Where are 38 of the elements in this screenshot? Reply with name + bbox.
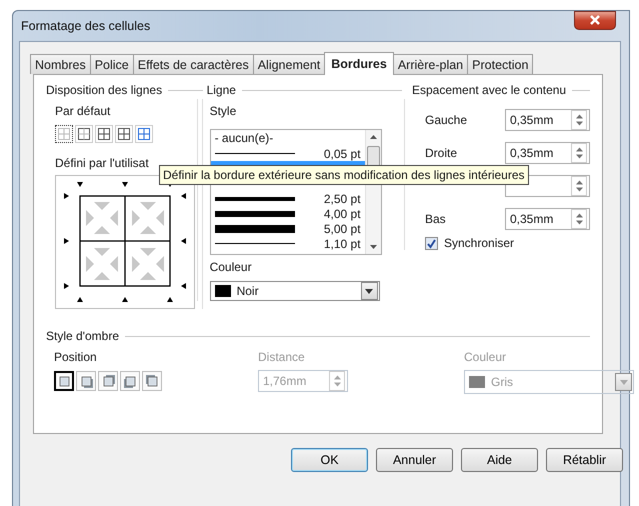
dialog-button[interactable]: OK	[291, 448, 368, 472]
field-label: Couleur	[210, 260, 252, 275]
tab[interactable]: Police	[90, 54, 134, 74]
field-label: Style	[210, 104, 236, 119]
color-dropdown[interactable]: Noir	[210, 281, 380, 301]
section-title: Ligne	[206, 83, 236, 97]
field-label: Droite	[425, 146, 458, 160]
tab[interactable]: Protection	[467, 54, 534, 74]
dialog-button[interactable]: Rétablir	[546, 448, 623, 472]
spin-field[interactable]: 0,35mm	[505, 109, 590, 131]
field-label: Défini par l'utilisat	[55, 156, 149, 171]
line-style-item[interactable]: 0,05 pt	[210, 146, 365, 161]
field-label: Bas	[425, 212, 447, 226]
tab[interactable]: Nombres	[30, 54, 91, 74]
spin-field[interactable]: 0,35mm	[505, 142, 590, 164]
field-label: Distance	[258, 350, 305, 365]
tab[interactable]: Bordures	[324, 52, 394, 75]
checkbox-label: Synchroniser	[444, 236, 514, 250]
tab[interactable]: Effets de caractères	[132, 54, 254, 74]
tab[interactable]: Arrière-plan	[392, 54, 468, 74]
dialog-button[interactable]: Aide	[461, 448, 538, 472]
line-style-item[interactable]: 1,10 pt	[210, 236, 365, 251]
tooltip: Définir la bordure extérieure sans modification des lignes intérieures	[159, 165, 529, 185]
field-label: Position	[54, 350, 97, 365]
tab[interactable]: Alignement	[252, 54, 326, 74]
field-label: Couleur	[464, 350, 506, 365]
dialog-button[interactable]: Annuler	[376, 448, 453, 472]
field-label: Gauche	[425, 113, 468, 127]
spin-field[interactable]: 0,35mm	[505, 208, 590, 230]
line-style-item[interactable]: 4,00 pt	[210, 206, 365, 221]
line-style-item[interactable]: 2,50 pt	[210, 191, 365, 206]
field-label: Par défaut	[55, 104, 110, 119]
section-title: Espacement avec le contenu	[412, 83, 566, 97]
section-title: Disposition des lignes	[46, 83, 162, 97]
section-title: Style d'ombre	[46, 329, 119, 343]
line-style-item[interactable]: - aucun(e)-	[210, 130, 365, 146]
window-title: Formatage des cellules	[21, 19, 150, 33]
line-style-item[interactable]: 5,00 pt	[210, 221, 365, 236]
